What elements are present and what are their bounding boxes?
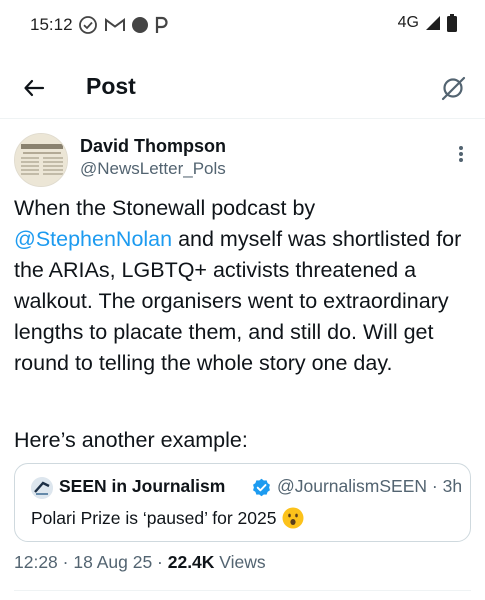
verified-badge-icon (253, 478, 270, 497)
author-name[interactable]: David Thompson (80, 136, 226, 157)
tweet-text-secondary: Here’s another example: (14, 428, 248, 452)
more-dot-icon (459, 158, 463, 162)
battery-icon (447, 14, 457, 32)
header-divider (0, 118, 485, 119)
back-button[interactable] (18, 72, 50, 104)
grok-icon (441, 76, 466, 101)
author-handle[interactable]: @NewsLetter_Pols (80, 159, 226, 179)
quoted-post-text: Polari Prize is ‘paused’ for 2025 (31, 507, 304, 529)
quoted-post-text-label: Polari Prize is ‘paused’ for 2025 (31, 507, 277, 528)
views-count: 22.4K (167, 552, 215, 572)
status-bar: 15:12 4G (0, 0, 485, 54)
grok-button[interactable] (435, 70, 471, 106)
quoted-post[interactable]: SEEN in Journalism @JournalismSEEN · 3h … (14, 463, 471, 542)
more-dot-icon (459, 152, 463, 156)
more-dot-icon (459, 146, 463, 150)
status-time: 15:12 (30, 15, 73, 34)
views-label: Views (214, 552, 266, 572)
newspaper-avatar-image (15, 134, 67, 186)
quoted-author-name: SEEN in Journalism (59, 476, 226, 496)
post-meta: 12:28 · 18 Aug 25 · 22.4K Views (14, 552, 266, 573)
surprised-face-emoji-icon (282, 507, 304, 529)
quoted-author-avatar (31, 477, 53, 499)
record-dot-icon (132, 17, 148, 33)
tweet-text-part: When the Stonewall podcast by (14, 196, 316, 220)
mention-link[interactable]: @StephenNolan (14, 227, 172, 251)
author-avatar[interactable] (14, 133, 68, 187)
post-timestamp[interactable]: 12:28 · 18 Aug 25 · (14, 552, 168, 572)
gmail-icon (105, 18, 125, 31)
quoted-author-handle: @JournalismSEEN · 3h (277, 476, 463, 496)
meta-divider (14, 590, 471, 591)
network-label: 4G (397, 14, 419, 31)
app-header: Post (0, 58, 485, 118)
parking-icon (155, 16, 168, 33)
check-circle-icon (79, 16, 97, 34)
tweet-text: When the Stonewall podcast by @StephenNo… (14, 193, 479, 379)
page-title: Post (86, 73, 136, 99)
signal-icon (426, 16, 440, 30)
more-options-button[interactable] (455, 142, 467, 166)
status-right: 4G (398, 14, 457, 32)
seen-logo-icon (31, 477, 53, 499)
arrow-left-icon (24, 79, 45, 97)
